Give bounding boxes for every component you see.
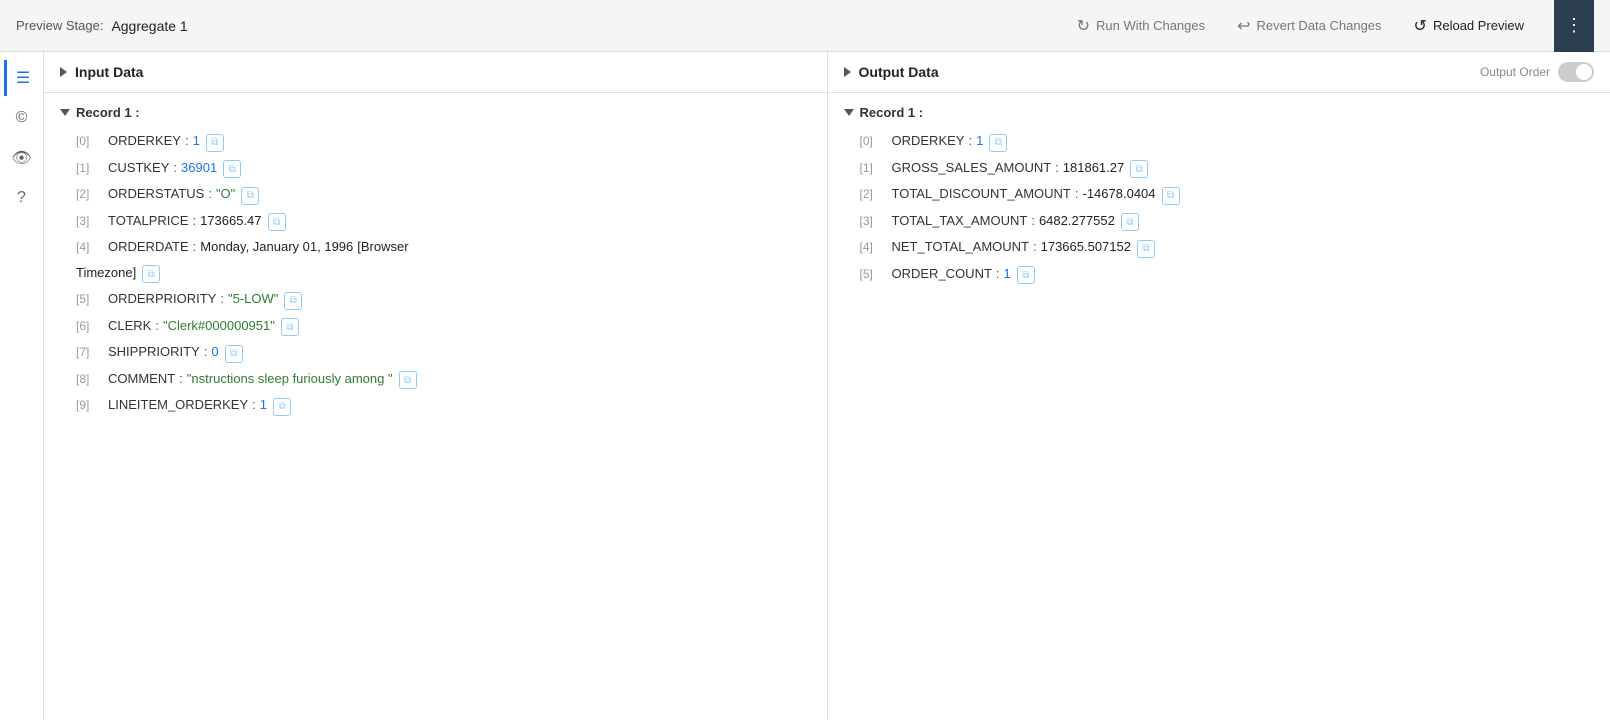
copy-icon[interactable]: ⧉ xyxy=(223,160,241,178)
revert-icon: ↩ xyxy=(1237,16,1250,36)
eye-icon: 👁 xyxy=(11,148,31,168)
top-bar-actions: ↻ Run With Changes ↩ Revert Data Changes… xyxy=(1063,10,1538,42)
output-order-toggle[interactable] xyxy=(1558,62,1594,82)
input-record-header: Record 1 : xyxy=(60,105,811,120)
copy-icon[interactable]: ⧉ xyxy=(281,318,299,336)
sidebar-item-list[interactable]: ☰ xyxy=(4,60,40,96)
table-row: [0] ORDERKEY : 1 ⧉ xyxy=(60,128,811,155)
revert-data-changes-button[interactable]: ↩ Revert Data Changes xyxy=(1223,10,1395,42)
copy-icon[interactable]: ⧉ xyxy=(1130,160,1148,178)
table-row: [1] CUSTKEY : 36901 ⧉ xyxy=(60,155,811,182)
copy-icon[interactable]: ⧉ xyxy=(1137,240,1155,258)
table-row: [0] ORDERKEY : 1 ⧉ xyxy=(844,128,1595,155)
preview-stage-label: Preview Stage: xyxy=(16,18,103,33)
input-record-collapse-icon[interactable] xyxy=(60,109,70,116)
table-row: [3] TOTALPRICE : 173665.47 ⧉ xyxy=(60,208,811,235)
run-icon: ↻ xyxy=(1077,16,1090,36)
input-record-label: Record 1 : xyxy=(76,105,140,120)
copy-icon[interactable]: ⧉ xyxy=(284,292,302,310)
table-row: [9] LINEITEM_ORDERKEY : 1 ⧉ xyxy=(60,392,811,419)
copy-icon[interactable]: ⧉ xyxy=(206,134,224,152)
sidebar-item-copyright[interactable]: © xyxy=(4,100,40,136)
list-icon: ☰ xyxy=(16,68,30,88)
menu-button[interactable]: ⋮ xyxy=(1554,0,1594,52)
input-data-panel: Record 1 : [0] ORDERKEY : 1 ⧉ [1] CUSTKE… xyxy=(44,93,828,720)
table-row: Timezone] ⧉ xyxy=(60,260,811,287)
top-bar: Preview Stage: Aggregate 1 ↻ Run With Ch… xyxy=(0,0,1610,52)
output-record-collapse-icon[interactable] xyxy=(844,109,854,116)
copy-icon[interactable]: ⧉ xyxy=(241,187,259,205)
table-row: [3] TOTAL_TAX_AMOUNT : 6482.277552 ⧉ xyxy=(844,208,1595,235)
copyright-icon: © xyxy=(16,109,28,127)
output-data-title: Output Data xyxy=(859,64,939,80)
help-icon: ? xyxy=(17,189,26,207)
run-with-changes-button[interactable]: ↻ Run With Changes xyxy=(1063,10,1220,42)
table-row: [2] ORDERSTATUS : "O" ⧉ xyxy=(60,181,811,208)
output-record-header: Record 1 : xyxy=(844,105,1595,120)
table-row: [7] SHIPPRIORITY : 0 ⧉ xyxy=(60,339,811,366)
copy-icon[interactable]: ⧉ xyxy=(989,134,1007,152)
reload-icon: ↺ xyxy=(1414,16,1427,36)
sidebar: ☰ © 👁 ? xyxy=(0,52,44,720)
table-row: [6] CLERK : "Clerk#000000951" ⧉ xyxy=(60,313,811,340)
reload-preview-button[interactable]: ↺ Reload Preview xyxy=(1400,10,1538,42)
sidebar-item-preview[interactable]: 👁 xyxy=(4,140,40,176)
menu-icon: ⋮ xyxy=(1565,15,1583,36)
output-data-header: Output Data Output Order xyxy=(828,52,1610,92)
copy-icon[interactable]: ⧉ xyxy=(142,265,160,283)
output-collapse-icon[interactable] xyxy=(844,67,851,77)
content: Input Data Output Data Output Order Reco… xyxy=(44,52,1610,720)
table-row: [2] TOTAL_DISCOUNT_AMOUNT : -14678.0404 … xyxy=(844,181,1595,208)
table-row: [4] NET_TOTAL_AMOUNT : 173665.507152 ⧉ xyxy=(844,234,1595,261)
copy-icon[interactable]: ⧉ xyxy=(1017,266,1035,284)
output-record-label: Record 1 : xyxy=(860,105,924,120)
table-row: [1] GROSS_SALES_AMOUNT : 181861.27 ⧉ xyxy=(844,155,1595,182)
output-order-label: Output Order xyxy=(1480,65,1550,79)
table-row: [5] ORDER_COUNT : 1 ⧉ xyxy=(844,261,1595,288)
data-panels: Record 1 : [0] ORDERKEY : 1 ⧉ [1] CUSTKE… xyxy=(44,93,1610,720)
table-row: [8] COMMENT : "nstructions sleep furious… xyxy=(60,366,811,393)
main-layout: ☰ © 👁 ? Input Data Output Data Output Or… xyxy=(0,52,1610,720)
copy-icon[interactable]: ⧉ xyxy=(1162,187,1180,205)
copy-icon[interactable]: ⧉ xyxy=(1121,213,1139,231)
copy-icon[interactable]: ⧉ xyxy=(225,345,243,363)
copy-icon[interactable]: ⧉ xyxy=(268,213,286,231)
input-data-header: Input Data xyxy=(44,52,828,92)
sections-row: Input Data Output Data Output Order xyxy=(44,52,1610,93)
copy-icon[interactable]: ⧉ xyxy=(399,371,417,389)
stage-name: Aggregate 1 xyxy=(111,18,187,34)
output-data-panel: Record 1 : [0] ORDERKEY : 1 ⧉ [1] GROSS_… xyxy=(828,93,1610,720)
input-collapse-icon[interactable] xyxy=(60,67,67,77)
sidebar-item-help[interactable]: ? xyxy=(4,180,40,216)
input-data-title: Input Data xyxy=(75,64,143,80)
table-row: [5] ORDERPRIORITY : "5-LOW" ⧉ xyxy=(60,286,811,313)
copy-icon[interactable]: ⧉ xyxy=(273,398,291,416)
table-row: [4] ORDERDATE : Monday, January 01, 1996… xyxy=(60,234,811,260)
